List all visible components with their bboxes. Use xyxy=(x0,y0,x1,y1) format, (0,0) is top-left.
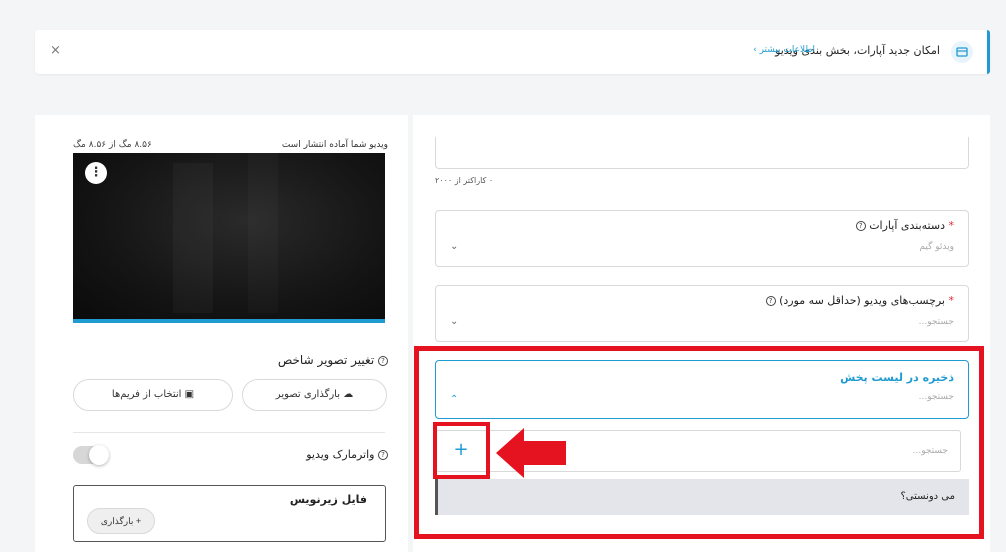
plus-icon: + xyxy=(135,516,142,526)
upload-cloud-icon: ☁ xyxy=(343,389,354,400)
upload-progress-bar xyxy=(73,319,385,323)
subtitle-title: فایل زیرنویس xyxy=(289,493,367,506)
video-icon xyxy=(951,41,973,63)
upload-image-label: بارگذاری تصویر xyxy=(275,389,341,400)
tags-label-text: برچسب‌های ویدیو (حداقل سه مورد) xyxy=(779,294,945,307)
video-frame-detail xyxy=(173,163,213,313)
category-value: ویدئو گیم xyxy=(919,242,954,252)
help-icon[interactable]: ? xyxy=(378,355,388,366)
annotation-add-button-box xyxy=(433,422,490,479)
select-frames-label: انتخاب از فریم‌ها xyxy=(111,389,182,400)
subtitle-upload-box: فایل زیرنویس + بارگذاری xyxy=(73,485,386,542)
category-label: * دسته‌بندی آپارات ? xyxy=(855,219,955,232)
subtitle-upload-button[interactable]: + بارگذاری xyxy=(87,508,155,534)
video-status-text: ویدیو شما آماده انتشار است xyxy=(281,140,388,150)
video-side-panel: ویدیو شما آماده انتشار است ۸.۵۶ مگ از ۸.… xyxy=(35,115,408,552)
chevron-down-icon: ⌄ xyxy=(450,241,459,252)
watermark-text: واترمارک ویدیو xyxy=(306,448,375,461)
close-icon[interactable]: × xyxy=(50,43,61,58)
thumbnail-title-text: تغییر تصویر شاخص xyxy=(277,353,375,367)
help-icon[interactable]: ? xyxy=(378,450,388,460)
watermark-toggle[interactable] xyxy=(73,445,109,465)
required-marker: * xyxy=(948,294,955,307)
thumbnail-section-title: ? تغییر تصویر شاخص xyxy=(278,353,388,367)
banner-more-info-link[interactable]: اطلاعات بیشتر › xyxy=(753,45,815,55)
announcement-banner: امکان جدید آپارات، بخش بندی ویدیو اطلاعا… xyxy=(35,30,990,74)
image-icon: ▣ xyxy=(184,389,195,400)
chevron-down-icon: ⌄ xyxy=(450,316,459,327)
page-background: امکان جدید آپارات، بخش بندی ویدیو اطلاعا… xyxy=(0,0,1006,552)
tags-select[interactable]: * برچسب‌های ویدیو (حداقل سه مورد) ? جستج… xyxy=(435,285,969,342)
more-options-icon[interactable]: ⋮ xyxy=(85,162,107,184)
toggle-knob xyxy=(89,445,109,465)
help-icon[interactable]: ? xyxy=(855,221,866,231)
tags-search-placeholder: جستجو... xyxy=(918,317,954,327)
category-label-text: دسته‌بندی آپارات xyxy=(869,219,945,232)
subtitle-upload-label: بارگذاری xyxy=(100,516,134,526)
required-marker: * xyxy=(948,219,955,232)
video-preview[interactable]: ⋮ xyxy=(73,153,385,323)
select-from-frames-button[interactable]: ▣ انتخاب از فریم‌ها xyxy=(73,379,233,411)
banner-accent-bar xyxy=(987,30,990,74)
video-frame-detail xyxy=(248,153,278,313)
help-icon[interactable]: ? xyxy=(765,296,776,306)
description-textarea[interactable] xyxy=(435,137,969,169)
watermark-label: ? واترمارک ویدیو xyxy=(306,448,388,461)
annotation-arrow-icon xyxy=(496,428,566,478)
category-select[interactable]: * دسته‌بندی آپارات ? ویدئو گیم ⌄ xyxy=(435,210,969,267)
divider xyxy=(73,432,385,433)
upload-size-text: ۸.۵۶ مگ از ۸.۵۶ مگ xyxy=(73,140,152,150)
upload-image-button[interactable]: ☁ بارگذاری تصویر xyxy=(242,379,387,411)
character-counter: ۰ کاراکتر از ۲۰۰۰ xyxy=(435,176,494,185)
tags-label: * برچسب‌های ویدیو (حداقل سه مورد) ? xyxy=(765,294,955,307)
